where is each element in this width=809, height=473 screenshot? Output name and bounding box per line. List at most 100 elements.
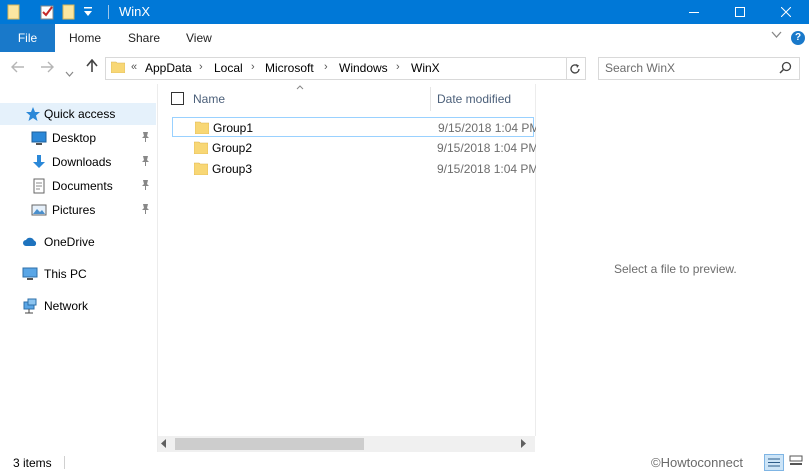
file-row-group3[interactable]: Group3 9/15/2018 1:04 PM <box>172 159 538 179</box>
breadcrumb-separator: › <box>251 61 255 73</box>
file-name: Group2 <box>212 141 253 155</box>
tab-view[interactable]: View <box>186 31 212 45</box>
preview-message: Select a file to preview. <box>614 262 737 276</box>
folder-icon <box>111 61 125 73</box>
status-divider <box>64 456 65 469</box>
scrollbar-thumb[interactable] <box>175 438 364 450</box>
breadcrumb-separator: › <box>199 61 203 73</box>
title-bar: WinX <box>0 0 809 24</box>
pin-icon[interactable] <box>141 131 150 145</box>
address-bar[interactable]: « AppData › Local › Microsoft › Windows … <box>105 57 659 80</box>
details-view-button[interactable] <box>764 454 784 471</box>
sidebar-item-label: Pictures <box>52 203 96 217</box>
expand-ribbon-chevron-icon[interactable] <box>771 30 782 42</box>
tab-share[interactable]: Share <box>128 31 160 45</box>
details-view-icon <box>768 458 780 467</box>
search-input[interactable] <box>605 60 773 76</box>
sort-ascending-icon <box>296 82 304 92</box>
large-icons-view-button[interactable] <box>787 454 805 469</box>
sidebar-item-onedrive[interactable]: OneDrive <box>0 231 156 253</box>
status-bar: 3 items ©Howtoconnect <box>0 452 809 471</box>
desktop-icon <box>31 131 47 145</box>
breadcrumb-windows[interactable]: Windows <box>339 61 388 75</box>
star-icon <box>26 107 40 121</box>
tab-file[interactable]: File <box>0 24 55 52</box>
file-row-group2[interactable]: Group2 9/15/2018 1:04 PM <box>172 138 538 158</box>
file-name: Group3 <box>212 162 253 176</box>
file-date: 9/15/2018 1:04 PM <box>438 121 540 135</box>
preview-pane: Select a file to preview. <box>536 84 809 452</box>
breadcrumb-microsoft[interactable]: Microsoft <box>265 61 314 75</box>
help-icon[interactable]: ? <box>791 31 805 45</box>
sidebar-item-downloads[interactable]: Downloads <box>0 151 156 173</box>
minimize-icon <box>689 12 699 13</box>
download-icon <box>33 155 45 168</box>
sidebar-item-label: Downloads <box>52 155 112 169</box>
breadcrumb-separator: › <box>324 61 328 73</box>
maximize-button[interactable] <box>717 0 763 24</box>
new-folder-icon[interactable] <box>62 4 76 23</box>
forward-arrow-icon[interactable] <box>40 60 54 77</box>
address-overflow[interactable]: « <box>131 61 137 73</box>
documents-icon <box>33 178 45 194</box>
navigation-pane: Quick access Desktop Downloads Documents… <box>0 84 158 452</box>
sidebar-item-label: Desktop <box>52 131 97 145</box>
pin-icon[interactable] <box>141 179 150 193</box>
sidebar-item-desktop[interactable]: Desktop <box>0 127 156 149</box>
sidebar-item-label: This PC <box>44 267 87 281</box>
network-icon <box>23 298 37 314</box>
folder-icon <box>194 162 208 175</box>
search-icon[interactable] <box>779 61 792 77</box>
maximize-icon <box>735 7 745 17</box>
file-row-group1[interactable]: Group1 9/15/2018 1:04 PM <box>172 117 539 137</box>
breadcrumb-appdata[interactable]: AppData <box>145 61 192 75</box>
sidebar-item-label: Network <box>44 299 89 313</box>
sidebar-item-documents[interactable]: Documents <box>0 175 156 197</box>
column-divider[interactable] <box>430 87 431 111</box>
close-button[interactable] <box>763 0 809 24</box>
file-date: 9/15/2018 1:04 PM <box>437 141 539 155</box>
file-date: 9/15/2018 1:04 PM <box>437 162 539 176</box>
watermark: ©Howtoconnect <box>651 455 743 470</box>
sidebar-item-this-pc[interactable]: This PC <box>0 263 156 285</box>
refresh-button[interactable] <box>565 57 586 80</box>
breadcrumb-separator: › <box>396 61 400 73</box>
sidebar-item-label: Quick access <box>44 107 116 121</box>
pin-icon[interactable] <box>141 155 150 169</box>
sidebar-item-pictures[interactable]: Pictures <box>0 199 156 221</box>
horizontal-scrollbar[interactable] <box>158 436 535 452</box>
close-icon <box>781 7 791 17</box>
column-header-name[interactable]: Name <box>193 92 225 106</box>
file-name: Group1 <box>213 121 254 135</box>
window-title: WinX <box>119 4 151 19</box>
sidebar-item-network[interactable]: Network <box>0 295 156 317</box>
pictures-icon <box>31 204 47 216</box>
item-count: 3 items <box>13 456 52 470</box>
select-all-checkbox[interactable] <box>171 92 184 105</box>
folder-icon[interactable] <box>7 4 21 23</box>
folder-icon <box>194 141 208 154</box>
pin-icon[interactable] <box>141 203 150 217</box>
cloud-icon <box>23 237 37 246</box>
scroll-right-icon[interactable] <box>520 439 526 450</box>
scroll-left-icon[interactable] <box>161 439 167 450</box>
column-header-date-modified[interactable]: Date modified <box>437 92 511 106</box>
computer-icon <box>22 267 38 280</box>
breadcrumb-winx[interactable]: WinX <box>411 61 440 75</box>
minimize-button[interactable] <box>671 0 717 24</box>
customize-dropdown-icon[interactable] <box>83 6 93 21</box>
back-arrow-icon[interactable] <box>11 60 25 77</box>
navigation-bar: « AppData › Local › Microsoft › Windows … <box>0 52 809 84</box>
large-icons-view-icon <box>789 455 803 465</box>
search-box[interactable] <box>598 57 800 80</box>
sidebar-item-label: Documents <box>52 179 113 193</box>
ribbon-tabs: File Home Share View ? <box>0 24 809 53</box>
tab-home[interactable]: Home <box>69 31 101 45</box>
sidebar-item-quick-access[interactable]: Quick access <box>0 103 156 125</box>
breadcrumb-local[interactable]: Local <box>214 61 243 75</box>
file-list: Name Date modified Group1 9/15/2018 1:04… <box>158 82 539 436</box>
up-arrow-icon[interactable] <box>86 58 98 77</box>
refresh-icon <box>570 63 580 74</box>
recent-locations-chevron-icon[interactable] <box>65 64 74 81</box>
properties-icon[interactable] <box>40 4 54 23</box>
